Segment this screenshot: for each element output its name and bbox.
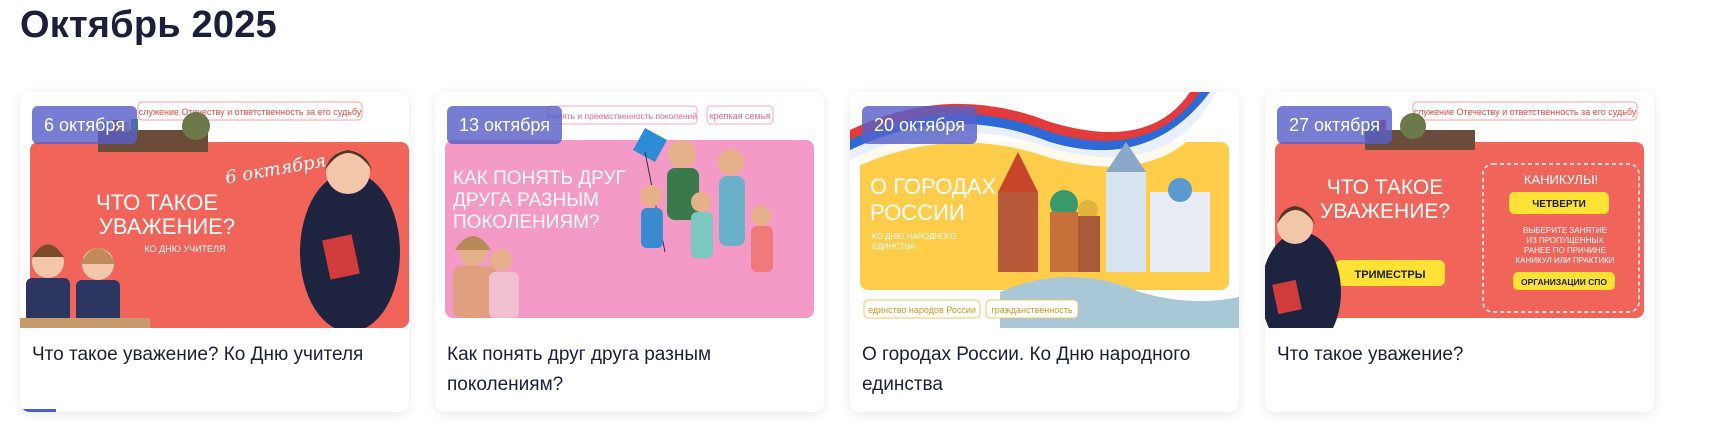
lesson-title[interactable]: Что такое уважение? [1277, 340, 1637, 370]
svg-text:служение Отечеству и ответстве: служение Отечеству и ответственность за … [139, 107, 362, 117]
lesson-card[interactable]: служение Отечеству и ответственность за … [20, 92, 409, 412]
lesson-card[interactable]: служение Отечеству и ответственность за … [1265, 92, 1654, 412]
svg-text:РОССИИ: РОССИИ [870, 200, 965, 225]
lesson-title[interactable]: Как понять друг друга разным поколениям? [447, 340, 807, 400]
svg-text:память и преемственность покол: память и преемственность поколений [547, 111, 697, 121]
svg-text:ЧТО ТАКОЕ: ЧТО ТАКОЕ [1327, 176, 1444, 199]
svg-text:КАНИКУЛ ИЛИ ПРАКТИКИ: КАНИКУЛ ИЛИ ПРАКТИКИ [1515, 256, 1614, 265]
lesson-banner-image: память и преемственность поколений крепк… [435, 92, 824, 328]
svg-text:ИЗ ПРОПУЩЕННЫХ: ИЗ ПРОПУЩЕННЫХ [1526, 236, 1604, 245]
svg-text:УВАЖЕНИЕ?: УВАЖЕНИЕ? [99, 214, 235, 239]
lesson-card[interactable]: О ГОРОДАХ РОССИИ КО ДНЮ НАРОДНОГО ЕДИНСТ… [850, 92, 1239, 412]
svg-text:крепкая семья: крепкая семья [710, 111, 771, 121]
date-badge: 13 октября [447, 106, 562, 144]
carousel-progress-indicator [20, 409, 56, 412]
svg-text:ЧТО ТАКОЕ: ЧТО ТАКОЕ [96, 190, 218, 215]
lesson-banner-image: служение Отечеству и ответственность за … [1265, 92, 1654, 328]
svg-text:КО ДНЮ НАРОДНОГО: КО ДНЮ НАРОДНОГО [872, 232, 956, 241]
svg-text:служение Отечеству и ответстве: служение Отечеству и ответственность за … [1414, 107, 1637, 117]
svg-text:ЧЕТВЕРТИ: ЧЕТВЕРТИ [1532, 199, 1586, 210]
date-badge: 6 октября [32, 106, 137, 144]
svg-text:единство народов России: единство народов России [868, 305, 976, 315]
lesson-banner-image: служение Отечеству и ответственность за … [20, 92, 409, 328]
lesson-banner-image: О ГОРОДАХ РОССИИ КО ДНЮ НАРОДНОГО ЕДИНСТ… [850, 92, 1239, 328]
lessons-carousel: служение Отечеству и ответственность за … [20, 92, 1654, 412]
svg-text:РАНЕЕ ПО ПРИЧИНЕ: РАНЕЕ ПО ПРИЧИНЕ [1524, 246, 1606, 255]
svg-text:ДРУГА РАЗНЫМ: ДРУГА РАЗНЫМ [453, 190, 599, 211]
svg-text:ПОКОЛЕНИЯМ?: ПОКОЛЕНИЯМ? [453, 212, 600, 233]
svg-text:ОРГАНИЗАЦИИ СПО: ОРГАНИЗАЦИИ СПО [1521, 277, 1607, 287]
lesson-card[interactable]: память и преемственность поколений крепк… [435, 92, 824, 412]
svg-text:О ГОРОДАХ: О ГОРОДАХ [870, 174, 996, 199]
svg-text:КАК ПОНЯТЬ ДРУГ: КАК ПОНЯТЬ ДРУГ [453, 168, 626, 189]
svg-text:КО ДНЮ УЧИТЕЛЯ: КО ДНЮ УЧИТЕЛЯ [145, 244, 226, 254]
month-title: Октябрь 2025 [20, 4, 277, 46]
svg-text:ВЫБЕРИТЕ ЗАНЯТИЕ: ВЫБЕРИТЕ ЗАНЯТИЕ [1523, 226, 1607, 235]
date-badge: 20 октября [862, 106, 977, 144]
lesson-title[interactable]: О городах России. Ко Дню народного единс… [862, 340, 1222, 400]
svg-text:ЕДИНСТВА: ЕДИНСТВА [872, 242, 916, 251]
date-badge: 27 октября [1277, 106, 1392, 144]
svg-text:УВАЖЕНИЕ?: УВАЖЕНИЕ? [1320, 200, 1450, 223]
svg-text:КАНИКУЛЫ!: КАНИКУЛЫ! [1524, 172, 1598, 187]
svg-text:ТРИМЕСТРЫ: ТРИМЕСТРЫ [1355, 269, 1426, 281]
svg-text:гражданственность: гражданственность [991, 305, 1072, 315]
lesson-title[interactable]: Что такое уважение? Ко Дню учителя [32, 340, 392, 370]
